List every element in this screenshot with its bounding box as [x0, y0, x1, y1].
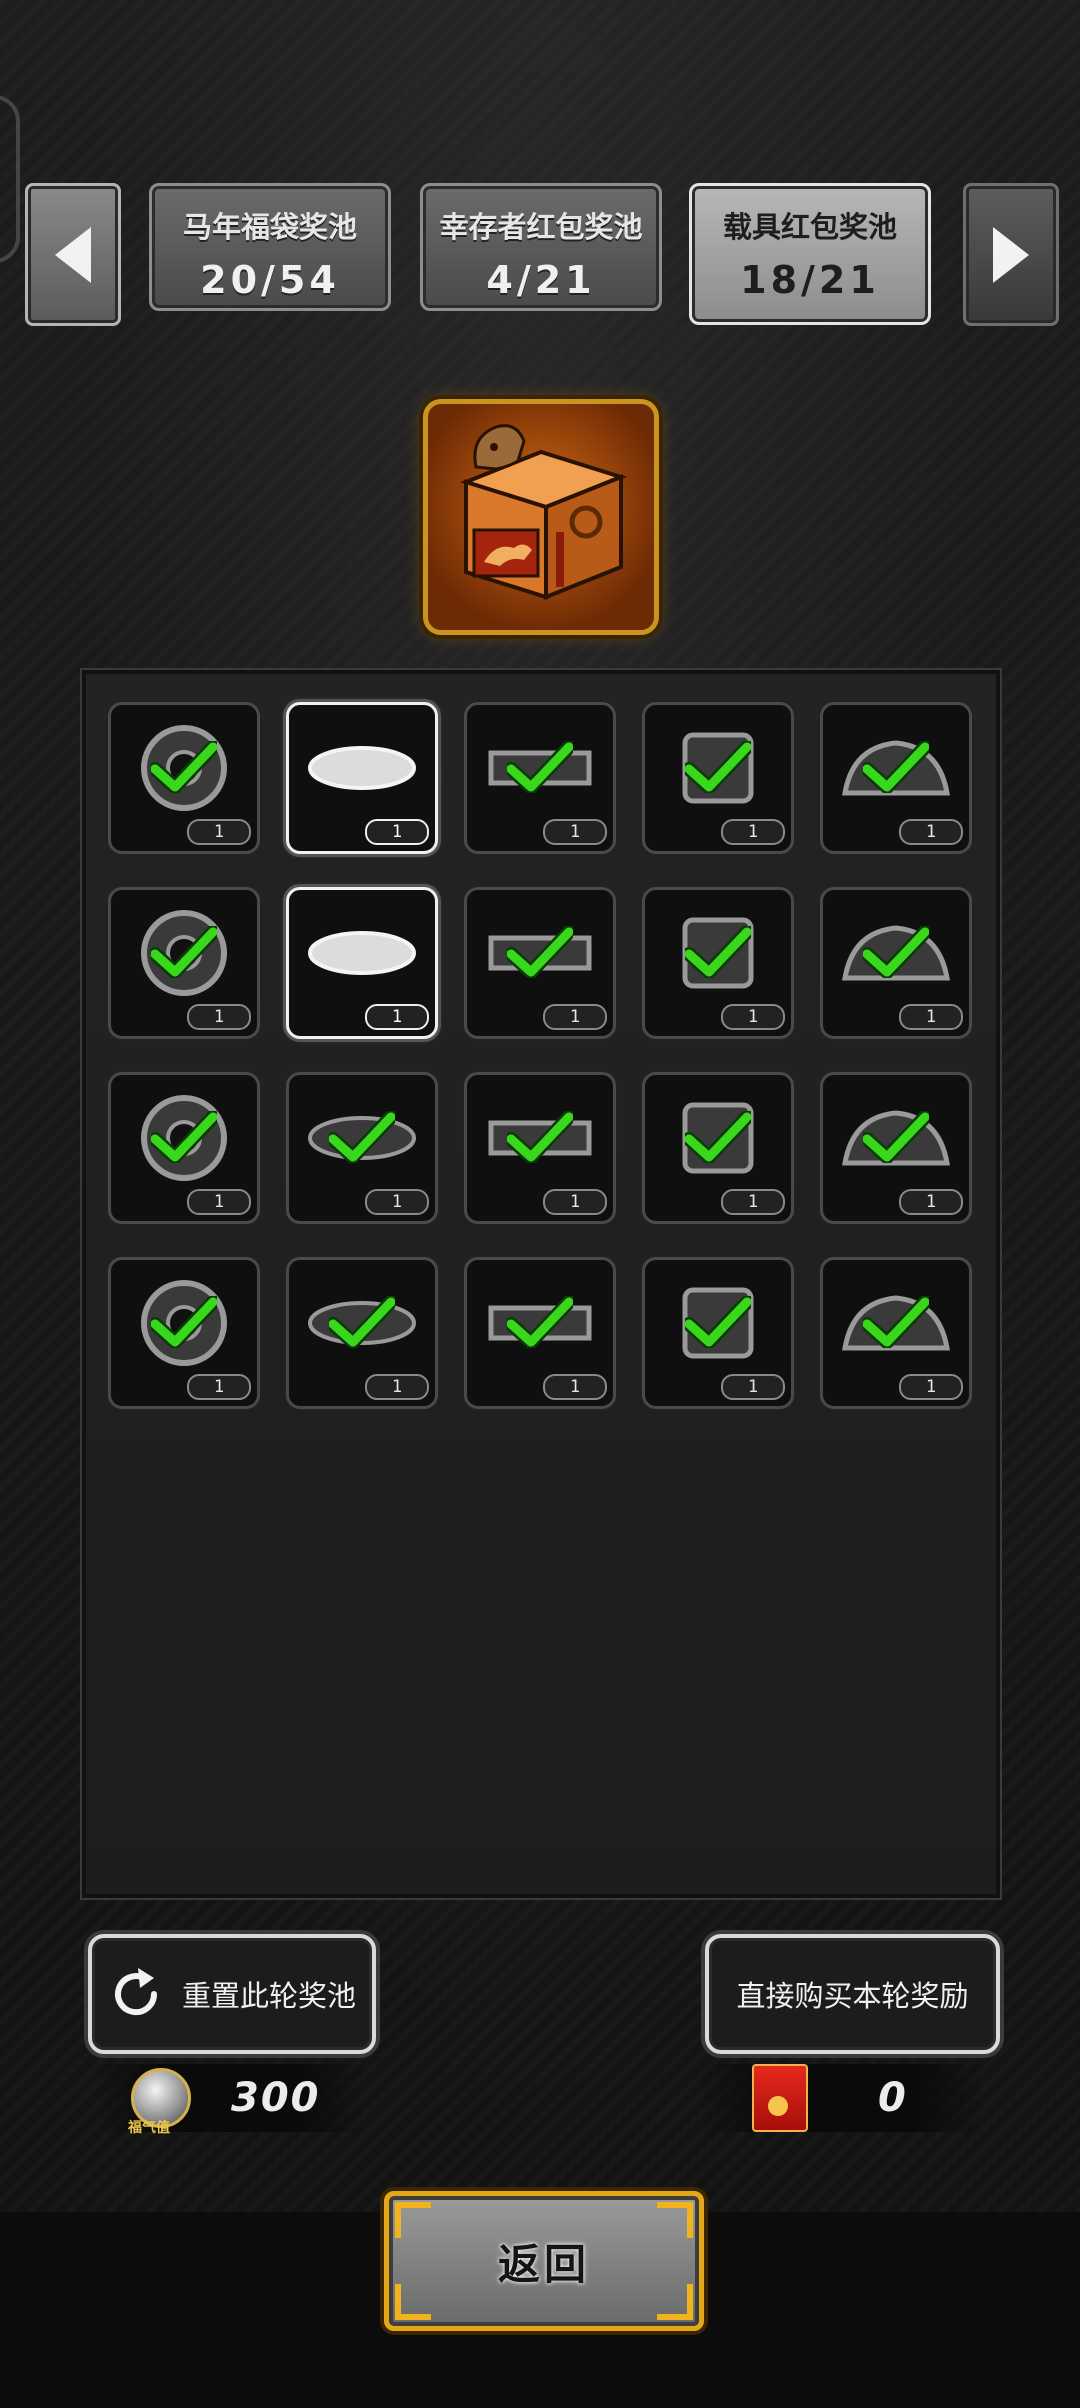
item-quantity: 1 — [187, 1189, 251, 1215]
arrow-right-icon — [993, 226, 1029, 283]
item-quantity: 1 — [721, 1374, 785, 1400]
frame-corner — [657, 2284, 693, 2320]
reward-item-slot[interactable]: 1 — [820, 887, 972, 1039]
claimed-check-icon — [151, 741, 217, 793]
luck-value: 300 — [231, 2075, 321, 2121]
pool-tab-name: 马年福袋奖池 — [182, 210, 357, 244]
claimed-check-icon — [685, 926, 751, 978]
claimed-check-icon — [685, 741, 751, 793]
claimed-check-icon — [151, 1296, 217, 1348]
item-quantity: 1 — [365, 1374, 429, 1400]
item-quantity: 1 — [187, 819, 251, 845]
reward-item-slot[interactable]: 1 — [464, 702, 616, 854]
reward-item-slot[interactable]: 1 — [286, 1072, 438, 1224]
prev-pool-button[interactable] — [25, 183, 121, 326]
pool-tab-count: 4/21 — [486, 258, 596, 302]
reward-item-slot[interactable]: 1 — [108, 702, 260, 854]
reward-grid: 1 1 1 1 1 1 1 1 1 1 1 1 1 1 1 1 1 1 1 1 — [108, 702, 972, 1409]
pool-tab-count: 20/54 — [200, 258, 340, 302]
reward-item-slot[interactable]: 1 — [642, 702, 794, 854]
claimed-check-icon — [151, 1111, 217, 1163]
item-quantity: 1 — [899, 1189, 963, 1215]
tab-horse-lucky-bag-pool[interactable]: 马年福袋奖池 20/54 — [149, 183, 391, 311]
item-quantity: 1 — [721, 1189, 785, 1215]
tab-vehicle-redpacket-pool[interactable]: 载具红包奖池 18/21 — [689, 183, 931, 325]
frame-corner — [657, 2202, 693, 2238]
next-pool-button[interactable] — [963, 183, 1059, 326]
back-label: 返回 — [497, 2239, 590, 2289]
tab-survivor-redpacket-pool[interactable]: 幸存者红包奖池 4/21 — [420, 183, 662, 311]
claimed-check-icon — [863, 1296, 929, 1348]
red-envelope-icon — [752, 2064, 808, 2132]
item-quantity: 1 — [543, 1004, 607, 1030]
reward-item-slot[interactable]: 1 — [464, 887, 616, 1039]
reward-item-slot[interactable]: 1 — [642, 1072, 794, 1224]
reward-item-slot[interactable]: 1 — [286, 1257, 438, 1409]
luck-coin-icon: 福气值 — [128, 2068, 191, 2136]
pool-tab-count: 18/21 — [740, 258, 880, 302]
buy-round-rewards-button[interactable]: 直接购买本轮奖励 — [705, 1934, 1000, 2054]
item-quantity: 1 — [187, 1374, 251, 1400]
reward-item-slot[interactable]: 1 — [286, 887, 438, 1039]
reward-item-slot[interactable]: 1 — [820, 1072, 972, 1224]
item-quantity: 1 — [365, 1189, 429, 1215]
reward-item-slot[interactable]: 1 — [464, 1072, 616, 1224]
claimed-check-icon — [329, 1296, 395, 1348]
item-quantity: 1 — [721, 1004, 785, 1030]
claimed-check-icon — [863, 1111, 929, 1163]
item-quantity: 1 — [899, 1004, 963, 1030]
luck-value-display: 福气值 300 — [95, 2064, 365, 2136]
claimed-check-icon — [685, 1111, 751, 1163]
reward-item-slot[interactable]: 1 — [108, 887, 260, 1039]
claimed-check-icon — [507, 1111, 573, 1163]
reward-item-slot[interactable]: 1 — [108, 1072, 260, 1224]
claimed-check-icon — [507, 741, 573, 793]
item-quantity: 1 — [365, 819, 429, 845]
pool-tab-name: 幸存者红包奖池 — [439, 210, 643, 244]
frame-corner — [395, 2202, 431, 2238]
edge-decoration — [0, 95, 20, 263]
item-quantity: 1 — [899, 1374, 963, 1400]
item-quantity: 1 — [543, 819, 607, 845]
luck-label: 福气值 — [128, 2120, 170, 2136]
horse-treasure-chest-icon — [460, 424, 627, 600]
redpacket-count-display: 0 — [700, 2064, 985, 2132]
item-quantity: 1 — [721, 819, 785, 845]
frame-corner — [395, 2284, 431, 2320]
reset-pool-label: 重置此轮奖池 — [181, 1979, 356, 2013]
item-quantity: 1 — [365, 1004, 429, 1030]
pool-tab-name: 载具红包奖池 — [722, 210, 897, 244]
reset-pool-button[interactable]: 重置此轮奖池 — [88, 1934, 376, 2054]
claimed-check-icon — [685, 1296, 751, 1348]
reward-item-slot[interactable]: 1 — [642, 887, 794, 1039]
redpacket-value: 0 — [878, 2075, 908, 2121]
claimed-check-icon — [863, 741, 929, 793]
reward-item-slot[interactable]: 1 — [464, 1257, 616, 1409]
reward-chest[interactable] — [423, 399, 659, 635]
item-quantity: 1 — [899, 819, 963, 845]
claimed-check-icon — [507, 926, 573, 978]
roof-box-icon — [308, 746, 416, 790]
item-quantity: 1 — [543, 1374, 607, 1400]
reward-item-slot[interactable]: 1 — [286, 702, 438, 854]
reward-item-slot[interactable]: 1 — [820, 702, 972, 854]
item-quantity: 1 — [543, 1189, 607, 1215]
claimed-check-icon — [329, 1111, 395, 1163]
claimed-check-icon — [507, 1296, 573, 1348]
spoiler-icon — [308, 931, 416, 975]
reward-item-slot[interactable]: 1 — [108, 1257, 260, 1409]
claimed-check-icon — [151, 926, 217, 978]
item-quantity: 1 — [187, 1004, 251, 1030]
claimed-check-icon — [863, 926, 929, 978]
arrow-left-icon — [55, 226, 91, 283]
back-button[interactable]: 返回 — [384, 2191, 704, 2331]
reward-item-slot[interactable]: 1 — [642, 1257, 794, 1409]
buy-round-rewards-label: 直接购买本轮奖励 — [736, 1979, 969, 2013]
reward-grid-panel: 1 1 1 1 1 1 1 1 1 1 1 1 1 1 1 1 1 1 1 1 — [80, 668, 1002, 1900]
reward-item-slot[interactable]: 1 — [820, 1257, 972, 1409]
refresh-icon — [115, 1968, 157, 2016]
